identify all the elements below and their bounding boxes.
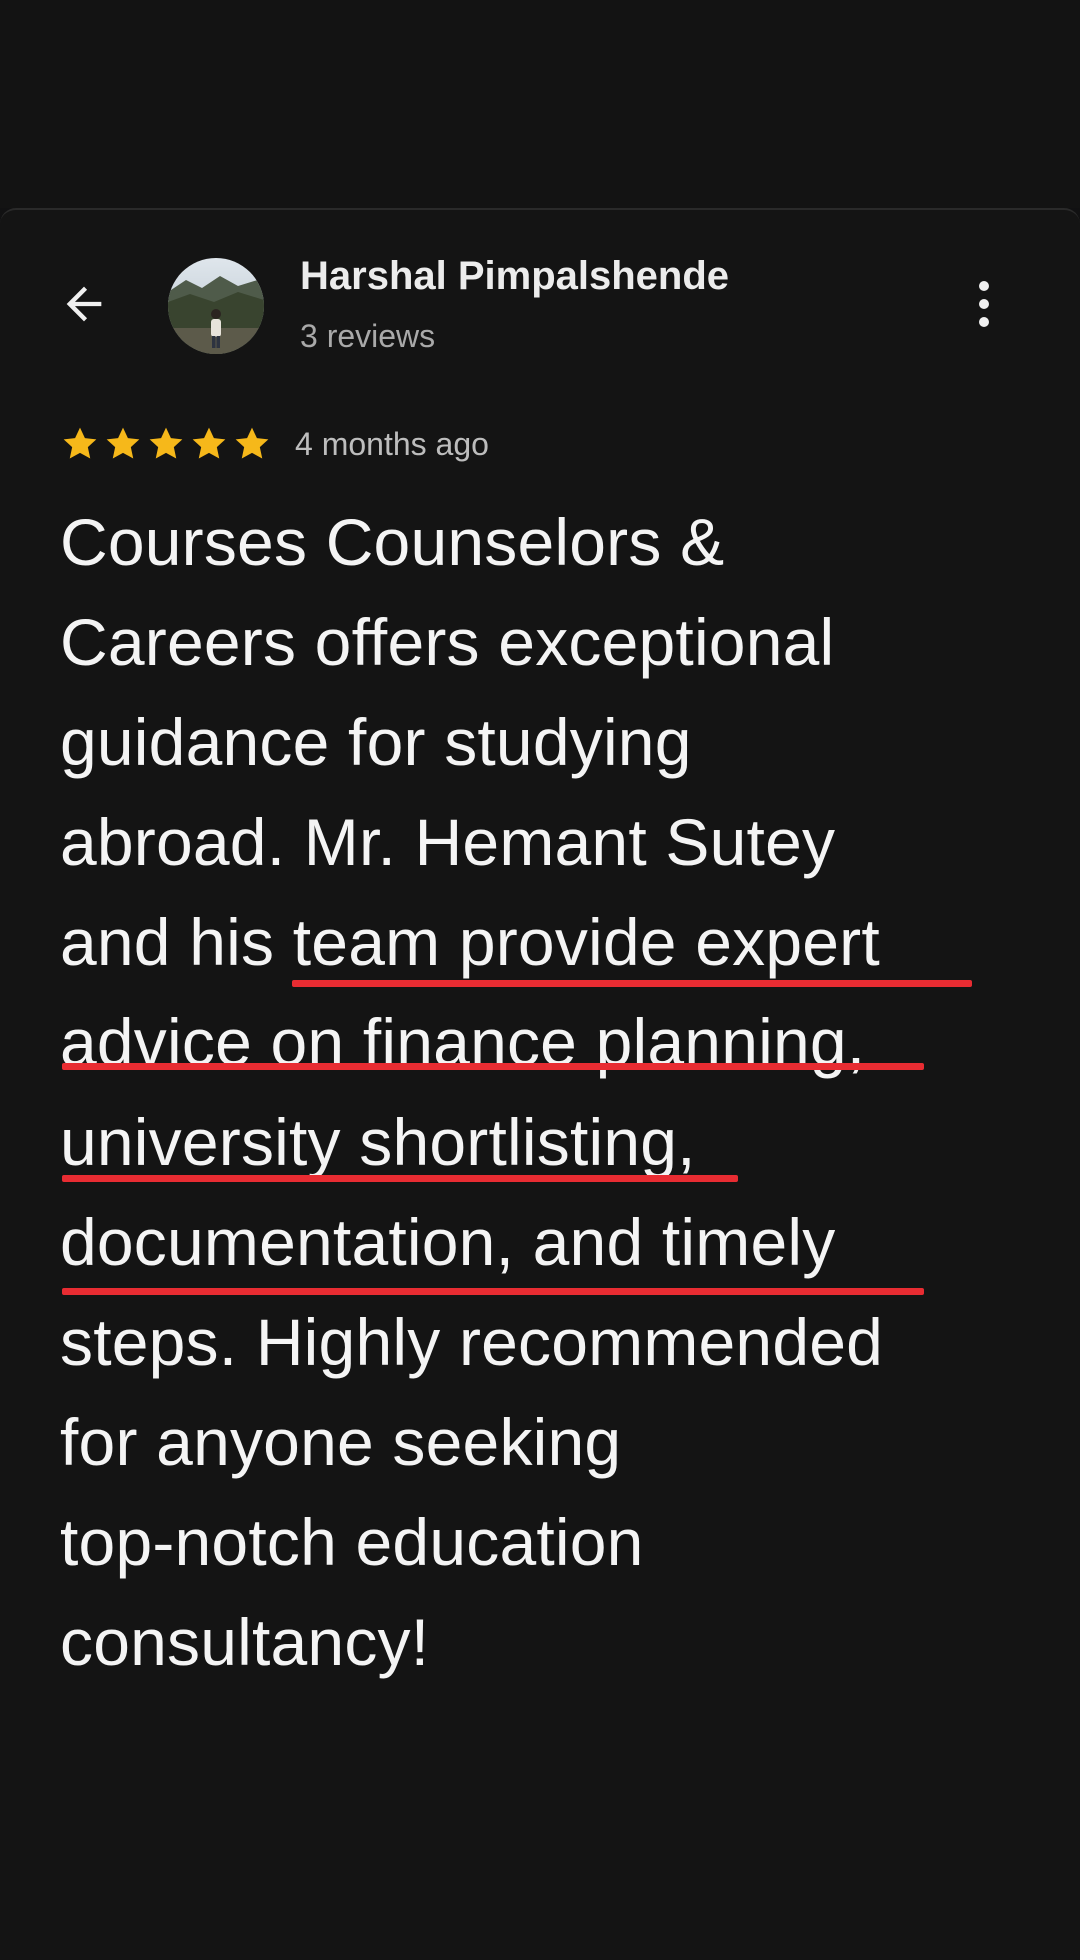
review-text-line: Courses Counselors & (60, 505, 725, 579)
status-bar-area (0, 0, 1080, 208)
star-icon (192, 427, 226, 459)
review-text-line: for anyone seeking (60, 1405, 622, 1479)
annotation-underline (292, 980, 972, 987)
review-text-line: consultancy! (60, 1605, 430, 1679)
annotation-underline (62, 1288, 924, 1295)
star-icon (149, 427, 183, 459)
star-icon (106, 427, 140, 459)
avatar-photo (168, 258, 264, 354)
review-text: Courses Counselors & Careers offers exce… (60, 492, 1020, 1692)
reviewer-review-count: 3 reviews (300, 318, 436, 354)
review-text-line: guidance for studying (60, 705, 692, 779)
more-options-button[interactable] (956, 272, 1012, 336)
back-button[interactable] (48, 268, 120, 340)
reviewer-name[interactable]: Harshal Pimpalshende (300, 254, 729, 299)
more-vertical-icon (979, 281, 989, 327)
review-text-line: and his team provide expert (60, 905, 880, 979)
review-text-line: steps. Highly recommended (60, 1305, 884, 1379)
star-icon (235, 427, 269, 459)
annotation-underline (62, 1175, 738, 1182)
review-text-line: documentation, and timely (60, 1205, 836, 1279)
star-icon (63, 427, 97, 459)
annotation-underline (62, 1063, 924, 1070)
review-text-line: abroad. Mr. Hemant Sutey (60, 805, 836, 879)
arrow-left-icon (66, 286, 102, 322)
star-rating (60, 424, 275, 464)
review-text-line: Careers offers exceptional (60, 605, 835, 679)
rating-row: 4 months ago (60, 420, 489, 468)
avatar[interactable] (168, 258, 264, 354)
review-text-line: top-notch education (60, 1505, 644, 1579)
review-date: 4 months ago (295, 425, 489, 462)
review-text-line: advice on finance planning, (60, 1005, 866, 1079)
